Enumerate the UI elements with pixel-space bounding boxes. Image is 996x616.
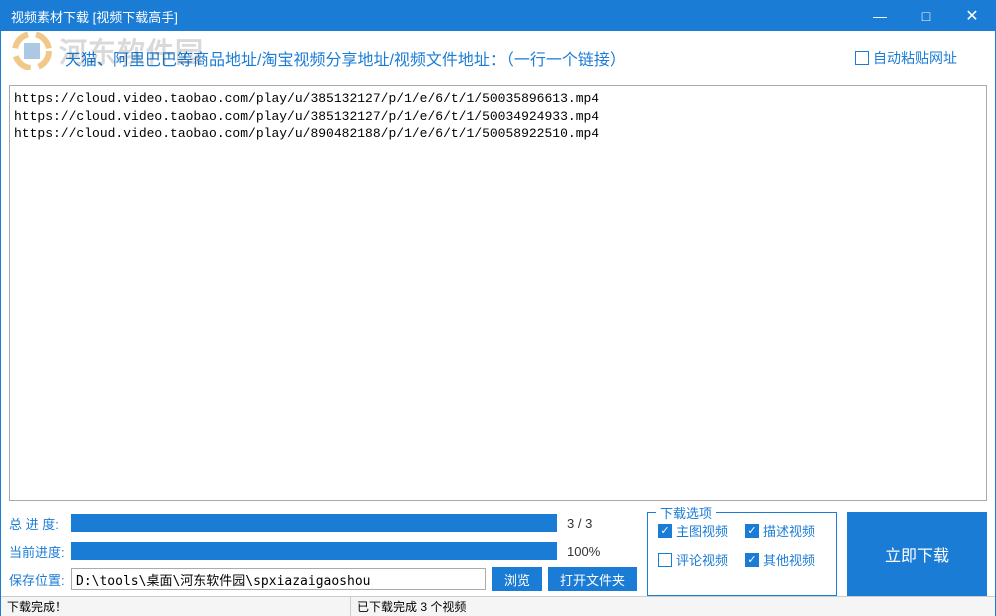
window-controls: — □ ✕ — [857, 1, 995, 31]
checkbox-icon — [658, 553, 672, 567]
statusbar: 下载完成！ 已下载完成 3 个视频 — [1, 596, 995, 616]
total-progress-bar — [71, 514, 557, 532]
option-other-video[interactable]: ✓ 其他视频 — [745, 550, 826, 569]
bottom-panel: 总 进 度: 3 / 3 当前进度: 100% 保存位置: 浏览 打开文件夹 下… — [9, 512, 987, 596]
save-path-label: 保存位置: — [9, 570, 71, 589]
checkbox-icon: ✓ — [658, 524, 672, 538]
instruction-text: 天猫、阿里巴巴等商品地址/淘宝视频分享地址/视频文件地址：（一行一个链接） — [65, 46, 855, 70]
minimize-button[interactable]: — — [857, 1, 903, 31]
total-progress-label: 总 进 度: — [9, 514, 71, 533]
total-progress-text: 3 / 3 — [567, 516, 637, 531]
option-desc-video[interactable]: ✓ 描述视频 — [745, 521, 826, 540]
current-progress-label: 当前进度: — [9, 542, 71, 561]
close-button[interactable]: ✕ — [949, 1, 995, 31]
option-comment-video[interactable]: 评论视频 — [658, 550, 739, 569]
url-input[interactable] — [9, 85, 987, 501]
checkbox-icon: ✓ — [745, 524, 759, 538]
content-area: 河东软件园 天猫、阿里巴巴等商品地址/淘宝视频分享地址/视频文件地址：（一行一个… — [1, 31, 995, 596]
maximize-button[interactable]: □ — [903, 1, 949, 31]
window-title: 视频素材下载 [视频下载高手] — [11, 7, 857, 26]
checkbox-icon — [855, 51, 869, 65]
titlebar: 视频素材下载 [视频下载高手] — □ ✕ — [1, 1, 995, 31]
open-folder-button[interactable]: 打开文件夹 — [548, 567, 637, 591]
download-button[interactable]: 立即下载 — [847, 512, 987, 596]
auto-paste-checkbox[interactable]: 自动粘贴网址 — [855, 48, 957, 68]
auto-paste-label: 自动粘贴网址 — [873, 48, 957, 68]
download-options: 下载选项 ✓ 主图视频 ✓ 描述视频 评论视频 ✓ 其他视频 — [647, 512, 837, 596]
checkbox-icon: ✓ — [745, 553, 759, 567]
progress-panel: 总 进 度: 3 / 3 当前进度: 100% 保存位置: 浏览 打开文件夹 — [9, 512, 637, 596]
options-legend: 下载选项 — [656, 503, 716, 522]
status-left: 下载完成！ — [1, 597, 351, 616]
header-row: 河东软件园 天猫、阿里巴巴等商品地址/淘宝视频分享地址/视频文件地址：（一行一个… — [9, 37, 987, 79]
current-progress-bar — [71, 542, 557, 560]
browse-button[interactable]: 浏览 — [492, 567, 542, 591]
save-path-input[interactable] — [71, 568, 486, 590]
status-right: 已下载完成 3 个视频 — [351, 598, 466, 615]
current-progress-text: 100% — [567, 544, 637, 559]
option-main-video[interactable]: ✓ 主图视频 — [658, 521, 739, 540]
